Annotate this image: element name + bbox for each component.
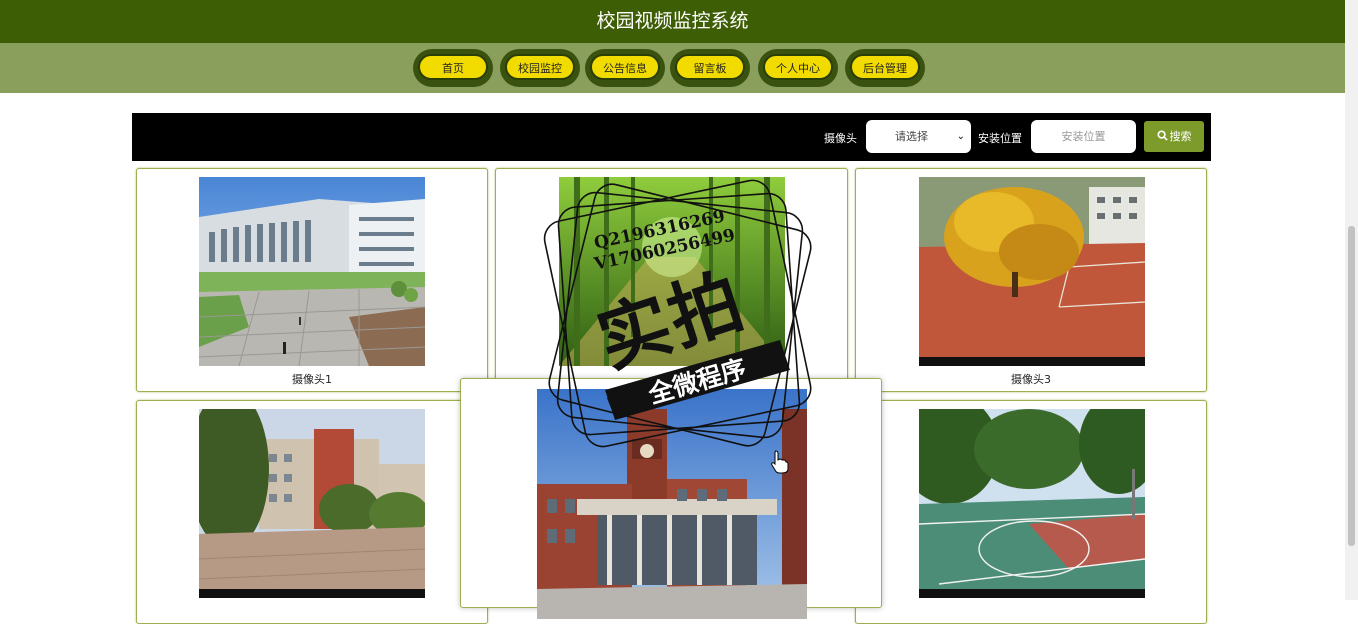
nav-home-label: 首页 — [418, 54, 488, 80]
site-title: 校园视频监控系统 — [596, 10, 749, 32]
location-placeholder: 安装位置 — [1061, 130, 1106, 143]
search-button[interactable]: 搜索 — [1144, 121, 1204, 152]
camera-select-value: 请选择 — [895, 130, 928, 143]
section-title-cutoff — [600, 86, 750, 94]
hand-cursor-icon — [771, 450, 789, 474]
nav-home[interactable]: 首页 — [413, 49, 493, 87]
camera-card-6[interactable] — [855, 400, 1207, 624]
nav-message-board[interactable]: 留言板 — [670, 49, 750, 87]
nav-announcements-label: 公告信息 — [590, 54, 660, 80]
watermark-stamp: Q2196316269 V17060256499 实拍 全微程序 ★ — [535, 170, 825, 460]
camera-thumbnail-6[interactable] — [919, 409, 1145, 598]
nav-admin[interactable]: 后台管理 — [845, 49, 925, 87]
basketball-court-image — [919, 409, 1145, 598]
campus-building-image — [199, 177, 425, 366]
search-icon — [1156, 130, 1168, 141]
nav-message-board-label: 留言板 — [675, 54, 745, 80]
page-scrollbar[interactable] — [1345, 0, 1358, 600]
camera-select[interactable]: 请选择 ⌄ — [866, 120, 971, 153]
chevron-down-icon: ⌄ — [956, 131, 965, 142]
nav-announcements[interactable]: 公告信息 — [585, 49, 665, 87]
autumn-tree-court-image — [919, 177, 1145, 366]
scrollbar-thumb[interactable] — [1348, 226, 1355, 546]
camera-card-4[interactable] — [136, 400, 488, 624]
camera-card-1[interactable]: 摄像头1 — [136, 168, 488, 392]
camera-label-1: 摄像头1 — [292, 373, 332, 386]
camera-label-3: 摄像头3 — [1011, 373, 1051, 386]
camera-thumbnail-1[interactable] — [199, 177, 425, 366]
campus-courtyard-image — [199, 409, 425, 598]
location-input[interactable]: 安装位置 — [1031, 120, 1136, 153]
camera-card-3[interactable]: 摄像头3 — [855, 168, 1207, 392]
camera-label: 摄像头 — [824, 132, 857, 145]
nav-campus-monitor-label: 校园监控 — [505, 54, 575, 80]
nav-campus-monitor[interactable]: 校园监控 — [500, 49, 580, 87]
nav-personal-center-label: 个人中心 — [763, 54, 833, 80]
nav-admin-label: 后台管理 — [850, 54, 920, 80]
star-icon: ★ — [607, 386, 625, 410]
nav-personal-center[interactable]: 个人中心 — [758, 49, 838, 87]
camera-thumbnail-4[interactable] — [199, 409, 425, 598]
site-header: 校园视频监控系统 — [0, 0, 1345, 43]
camera-thumbnail-3[interactable] — [919, 177, 1145, 366]
search-bar: 摄像头 请选择 ⌄ 安装位置 安装位置 搜索 — [132, 113, 1211, 161]
search-button-label: 搜索 — [1169, 130, 1192, 143]
location-label: 安装位置 — [978, 132, 1022, 145]
